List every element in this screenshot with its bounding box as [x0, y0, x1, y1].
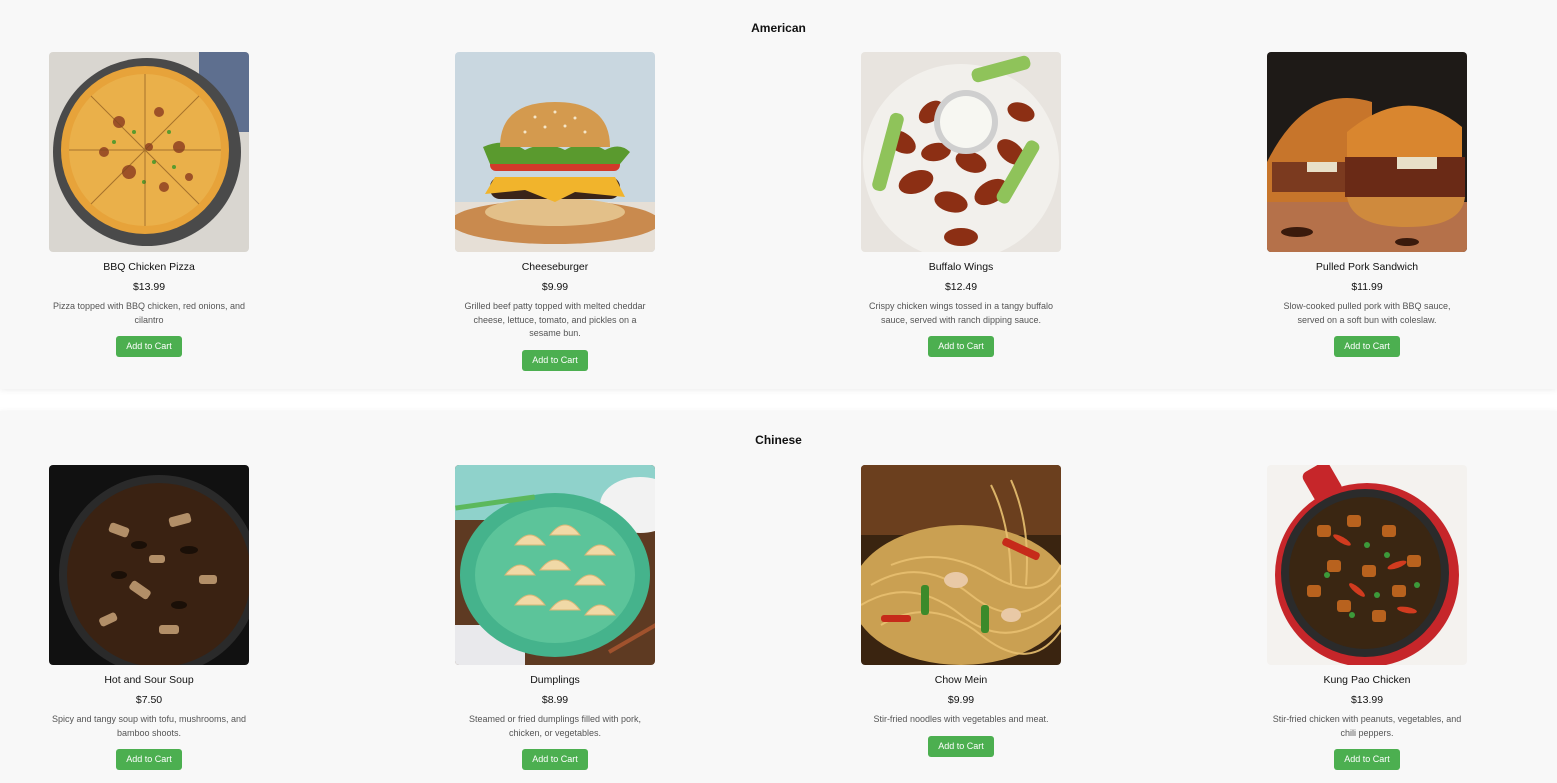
item-name: Cheeseburger — [521, 261, 589, 273]
item-price: $9.99 — [947, 694, 975, 706]
chow-mein-image — [861, 465, 1061, 665]
item-name: Chow Mein — [934, 674, 988, 686]
item-grid: Hot and Sour Soup $7.50 Spicy and tangy … — [0, 411, 1557, 783]
item-description: Stir-fried chicken with peanuts, vegetab… — [1272, 714, 1462, 738]
menu-item: Hot and Sour Soup $7.50 Spicy and tangy … — [49, 465, 249, 770]
item-price: $9.99 — [541, 281, 569, 293]
cheeseburger-image — [455, 52, 655, 252]
add-to-cart-button[interactable]: Add to Cart — [116, 336, 182, 357]
item-description: Pizza topped with BBQ chicken, red onion… — [52, 301, 246, 325]
menu-page: American BBQ Chicken Pizza $13.99 Pizza … — [0, 0, 1557, 783]
menu-item: Dumplings $8.99 Steamed or fried dumplin… — [455, 465, 655, 770]
item-price: $8.99 — [541, 694, 569, 706]
kung-pao-chicken-image — [1267, 465, 1467, 665]
menu-item: Cheeseburger $9.99 Grilled beef patty to… — [455, 52, 655, 371]
item-price: $11.99 — [1351, 281, 1383, 293]
item-name: Dumplings — [530, 674, 580, 686]
dumplings-image — [455, 465, 655, 665]
item-description: Crispy chicken wings tossed in a tangy b… — [869, 301, 1053, 325]
item-name: BBQ Chicken Pizza — [103, 261, 195, 273]
pulled-pork-sandwich-image — [1267, 52, 1467, 252]
add-to-cart-button[interactable]: Add to Cart — [522, 349, 588, 371]
item-description: Spicy and tangy soup with tofu, mushroom… — [51, 714, 247, 738]
add-to-cart-button[interactable]: Add to Cart — [1334, 749, 1400, 770]
item-description: Slow-cooked pulled pork with BBQ sauce, … — [1283, 301, 1451, 325]
add-to-cart-button[interactable]: Add to Cart — [928, 735, 994, 757]
category-american: American BBQ Chicken Pizza $13.99 Pizza … — [0, 0, 1557, 389]
item-description: Stir-fried noodles with vegetables and m… — [873, 714, 1049, 724]
item-price: $12.49 — [944, 281, 978, 293]
menu-item: Pulled Pork Sandwich $11.99 Slow-cooked … — [1267, 52, 1467, 357]
item-name: Pulled Pork Sandwich — [1315, 261, 1419, 273]
category-chinese: Chinese Hot and Sour Soup $7.50 Spicy an… — [0, 411, 1557, 783]
menu-item: Buffalo Wings $12.49 Crispy chicken wing… — [861, 52, 1061, 357]
buffalo-wings-image — [861, 52, 1061, 252]
bbq-chicken-pizza-image — [49, 52, 249, 252]
item-price: $13.99 — [132, 281, 166, 293]
hot-and-sour-soup-image — [49, 465, 249, 665]
item-grid: BBQ Chicken Pizza $13.99 Pizza topped wi… — [0, 0, 1557, 389]
item-name: Hot and Sour Soup — [104, 674, 194, 686]
add-to-cart-button[interactable]: Add to Cart — [116, 749, 182, 770]
add-to-cart-button[interactable]: Add to Cart — [928, 336, 994, 357]
item-name: Kung Pao Chicken — [1323, 674, 1411, 686]
menu-item: Kung Pao Chicken $13.99 Stir-fried chick… — [1267, 465, 1467, 770]
item-description: Steamed or fried dumplings filled with p… — [468, 714, 642, 738]
item-price: $13.99 — [1350, 694, 1384, 706]
item-price: $7.50 — [135, 694, 163, 706]
add-to-cart-button[interactable]: Add to Cart — [522, 749, 588, 770]
item-name: Buffalo Wings — [928, 261, 994, 273]
menu-item: BBQ Chicken Pizza $13.99 Pizza topped wi… — [49, 52, 249, 357]
menu-item: Chow Mein $9.99 Stir-fried noodles with … — [861, 465, 1061, 757]
item-description: Grilled beef patty topped with melted ch… — [464, 301, 646, 338]
add-to-cart-button[interactable]: Add to Cart — [1334, 336, 1400, 357]
